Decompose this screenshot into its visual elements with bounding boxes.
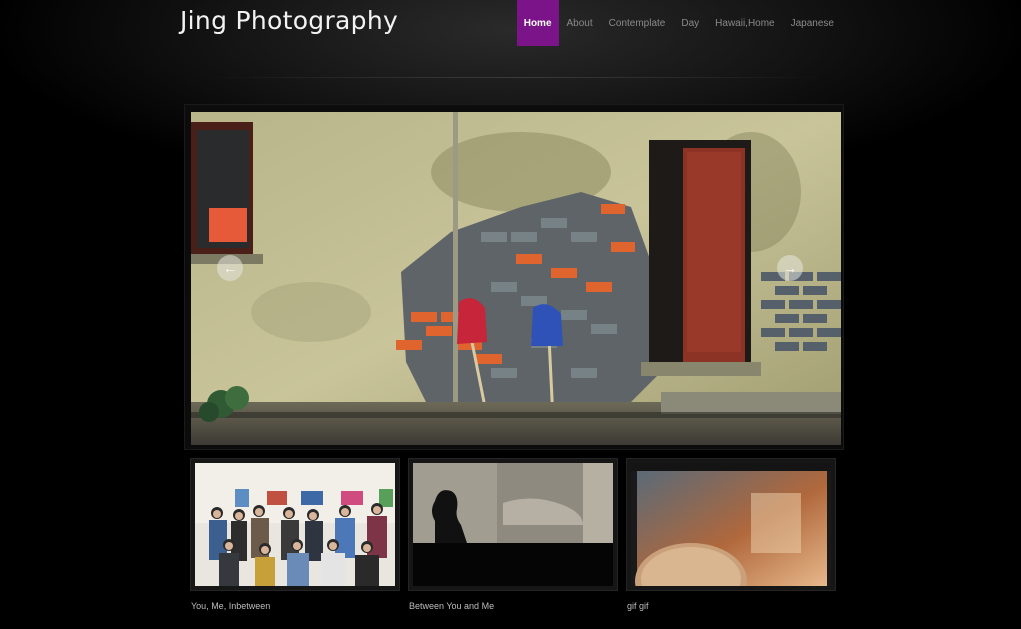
header-divider bbox=[208, 77, 826, 78]
nav-item-about[interactable]: About bbox=[559, 0, 601, 46]
nav-item-home[interactable]: Home bbox=[516, 0, 559, 46]
nav-item-contemplate[interactable]: Contemplate bbox=[601, 0, 674, 46]
nav-item-day[interactable]: Day bbox=[673, 0, 707, 46]
site-title[interactable]: Jing Photography bbox=[180, 6, 398, 35]
gallery-thumb-1[interactable] bbox=[190, 458, 400, 591]
arrow-left-icon: ← bbox=[223, 260, 237, 276]
nav-item-japanese[interactable]: Japanese bbox=[783, 0, 842, 46]
slideshow: ← → bbox=[184, 104, 844, 450]
arrow-right-icon: → bbox=[783, 260, 797, 276]
silhouette-image bbox=[413, 463, 613, 586]
slide-photo bbox=[191, 112, 841, 445]
slide-image[interactable] bbox=[191, 112, 841, 445]
gallery-thumb-2[interactable] bbox=[408, 458, 618, 591]
gallery-thumb-3[interactable] bbox=[626, 458, 836, 591]
main-nav: Home About Contemplate Day Hawaii,Home J… bbox=[516, 0, 842, 46]
page-container: Jing Photography Home About Contemplate … bbox=[180, 0, 844, 629]
gallery-caption-2[interactable]: Between You and Me bbox=[409, 601, 494, 611]
slider-next-button[interactable]: → bbox=[777, 255, 803, 281]
group-photo-image bbox=[195, 463, 395, 586]
film-still-image bbox=[631, 463, 831, 586]
slider-prev-button[interactable]: ← bbox=[217, 255, 243, 281]
nav-item-hawaii-home[interactable]: Hawaii,Home bbox=[707, 0, 782, 46]
gallery-caption-1[interactable]: You, Me, Inbetween bbox=[191, 601, 270, 611]
gallery-caption-3[interactable]: gif gif bbox=[627, 601, 649, 611]
